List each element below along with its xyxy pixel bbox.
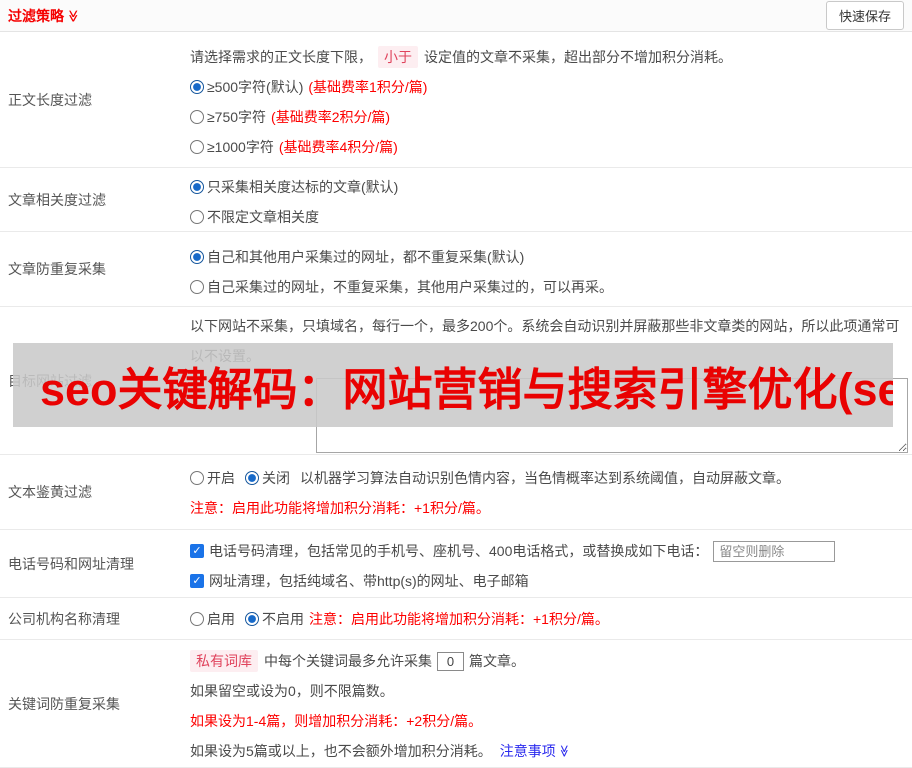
row-label: 文章防重复采集 bbox=[0, 232, 180, 306]
less-than-tag: 小于 bbox=[378, 46, 418, 68]
checkbox-checked-icon[interactable] bbox=[190, 574, 204, 588]
length-option-500[interactable]: ≥500字符(默认) (基础费率1积分/篇) bbox=[190, 72, 912, 102]
row-company-clean: 公司机构名称清理 启用 不启用 注意：启用此功能将增加积分消耗：+1积分/篇。 bbox=[0, 598, 912, 640]
row-porn-filter: 文本鉴黄过滤 开启 关闭 以机器学习算法自动识别色情内容，当色情概率达到系统阈值… bbox=[0, 455, 912, 530]
chevron-down-icon: ≫ bbox=[558, 745, 570, 758]
phone-clean-label[interactable]: 电话号码清理，包括常见的手机号、座机号、400电话格式，或替换成如下电话： bbox=[209, 541, 708, 561]
page-title[interactable]: 过滤策略 ≫ bbox=[8, 6, 80, 26]
company-clean-on-option[interactable]: 启用 bbox=[207, 609, 235, 629]
target-site-desc-line1: 以下网站不采集，只填域名，每行一个，最多200个。系统会自动识别并屏蔽那些非文章… bbox=[190, 311, 912, 341]
replacement-phone-input[interactable] bbox=[713, 541, 835, 562]
radio-unselected-icon[interactable] bbox=[190, 140, 204, 154]
overlay-banner: seo关键解码：网站营销与搜索引擎优化(seo bbox=[13, 343, 893, 427]
row-dedupe-collection: 文章防重复采集 自己和其他用户采集过的网址，都不重复采集(默认) 自己采集过的网… bbox=[0, 232, 912, 307]
radio-unselected-icon[interactable] bbox=[190, 210, 204, 224]
row-relevance-filter: 文章相关度过滤 只采集相关度达标的文章(默认) 不限定文章相关度 bbox=[0, 168, 912, 232]
notice-link[interactable]: 注意事项 ≫ bbox=[500, 741, 571, 761]
radio-unselected-icon[interactable] bbox=[190, 110, 204, 124]
row-phone-url-clean: 电话号码和网址清理 电话号码清理，包括常见的手机号、座机号、400电话格式，或替… bbox=[0, 530, 912, 598]
row-label: 关键词防重复采集 bbox=[0, 640, 180, 767]
fee-note: (基础费率2积分/篇) bbox=[271, 107, 390, 127]
row-label: 公司机构名称清理 bbox=[0, 598, 180, 639]
radio-selected-icon[interactable] bbox=[245, 612, 259, 626]
length-option-1000[interactable]: ≥1000字符 (基础费率4积分/篇) bbox=[190, 132, 912, 162]
porn-filter-desc: 以机器学习算法自动识别色情内容，当色情概率达到系统阈值，自动屏蔽文章。 bbox=[300, 468, 790, 488]
radio-unselected-icon[interactable] bbox=[190, 471, 204, 485]
keyword-dedupe-note-zero: 如果留空或设为0，则不限篇数。 bbox=[190, 681, 394, 701]
keyword-dedupe-note-fee: 如果设为1-4篇，则增加积分消耗：+2积分/篇。 bbox=[190, 711, 482, 731]
filter-strategy-page: 过滤策略 ≫ 快速保存 正文长度过滤 请选择需求的正文长度下限， 小于 设定值的… bbox=[0, 0, 912, 768]
radio-unselected-icon[interactable] bbox=[190, 612, 204, 626]
row-label: 文本鉴黄过滤 bbox=[0, 455, 180, 529]
content-length-intro: 请选择需求的正文长度下限， 小于 设定值的文章不采集，超出部分不增加积分消耗。 bbox=[190, 42, 912, 72]
checkbox-checked-icon[interactable] bbox=[190, 544, 204, 558]
relevance-option-strict[interactable]: 只采集相关度达标的文章(默认) bbox=[190, 172, 912, 202]
porn-filter-note: 注意：启用此功能将增加积分消耗：+1积分/篇。 bbox=[190, 498, 490, 518]
keyword-dedupe-note-five: 如果设为5篇或以上，也不会额外增加积分消耗。 bbox=[190, 741, 492, 761]
radio-selected-icon[interactable] bbox=[190, 180, 204, 194]
row-content-length-filter: 正文长度过滤 请选择需求的正文长度下限， 小于 设定值的文章不采集，超出部分不增… bbox=[0, 32, 912, 168]
row-label: 正文长度过滤 bbox=[0, 32, 180, 167]
porn-filter-on-option[interactable]: 开启 bbox=[207, 468, 235, 488]
radio-selected-icon[interactable] bbox=[190, 250, 204, 264]
max-articles-input[interactable] bbox=[437, 652, 464, 671]
fee-note: (基础费率4积分/篇) bbox=[279, 137, 398, 157]
page-title-text: 过滤策略 bbox=[8, 6, 64, 26]
dedupe-option-self[interactable]: 自己采集过的网址，不重复采集，其他用户采集过的，可以再采。 bbox=[190, 272, 912, 302]
quick-save-button[interactable]: 快速保存 bbox=[826, 1, 904, 30]
fee-note: (基础费率1积分/篇) bbox=[308, 77, 427, 97]
row-label: 电话号码和网址清理 bbox=[0, 530, 180, 597]
top-bar: 过滤策略 ≫ 快速保存 bbox=[0, 0, 912, 32]
company-clean-off-option[interactable]: 不启用 bbox=[262, 609, 304, 629]
overlay-text: seo关键解码：网站营销与搜索引擎优化(seo bbox=[40, 353, 893, 418]
private-lexicon-tag: 私有词库 bbox=[190, 650, 258, 672]
row-keyword-dedupe: 关键词防重复采集 私有词库 中每个关键词最多允许采集 篇文章。 如果留空或设为0… bbox=[0, 640, 912, 768]
radio-unselected-icon[interactable] bbox=[190, 280, 204, 294]
radio-selected-icon[interactable] bbox=[245, 471, 259, 485]
company-clean-note: 注意：启用此功能将增加积分消耗：+1积分/篇。 bbox=[309, 609, 609, 629]
radio-selected-icon[interactable] bbox=[190, 80, 204, 94]
chevron-down-icon: ≫ bbox=[67, 9, 79, 22]
row-label: 文章相关度过滤 bbox=[0, 168, 180, 231]
relevance-option-any[interactable]: 不限定文章相关度 bbox=[190, 202, 912, 232]
length-option-750[interactable]: ≥750字符 (基础费率2积分/篇) bbox=[190, 102, 912, 132]
url-clean-label[interactable]: 网址清理，包括纯域名、带http(s)的网址、电子邮箱 bbox=[209, 571, 529, 591]
dedupe-option-global[interactable]: 自己和其他用户采集过的网址，都不重复采集(默认) bbox=[190, 242, 912, 272]
porn-filter-off-option[interactable]: 关闭 bbox=[262, 468, 290, 488]
